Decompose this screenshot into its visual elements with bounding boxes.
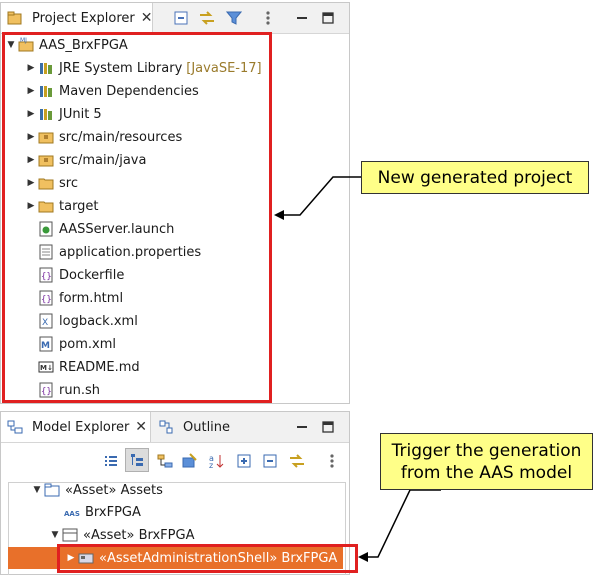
callout-text: New generated project <box>377 167 573 188</box>
trigger-generation-callout: Trigger the generation from the AAS mode… <box>380 433 593 490</box>
callout-text-line1: Trigger the generation <box>391 440 582 461</box>
new-project-callout: New generated project <box>361 161 589 194</box>
callout-text-line2: from the AAS model <box>400 462 573 483</box>
